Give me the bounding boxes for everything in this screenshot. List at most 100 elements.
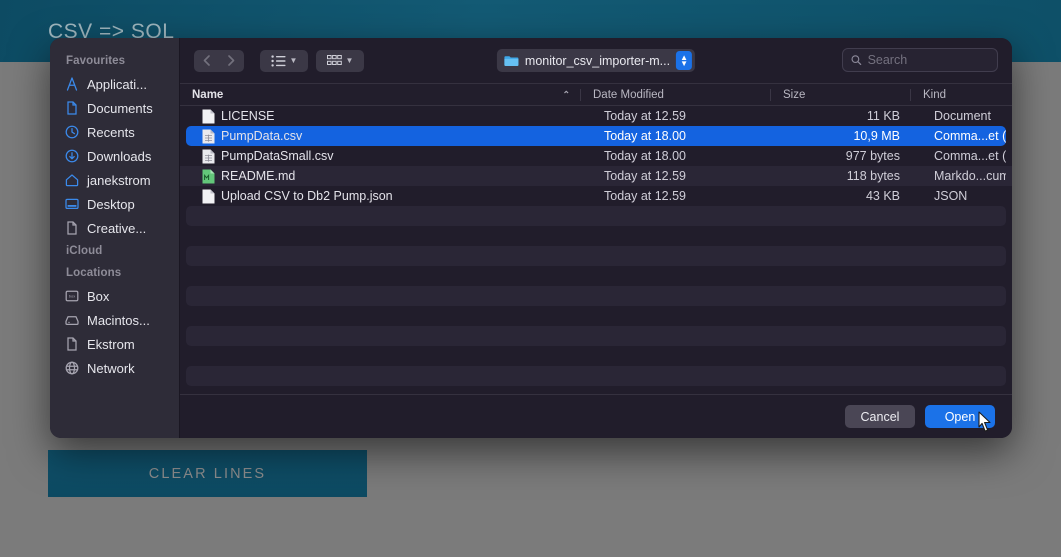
table-row[interactable]: Upload CSV to Db2 Pump.json Today at 12.5… [180,186,1012,206]
sidebar-group-title: Favourites [66,55,126,67]
file-kind: Markdo...cument [934,169,1006,183]
column-header-date[interactable]: Date Modified [580,88,770,101]
column-header-kind[interactable]: Kind [910,88,1012,101]
file-date: Today at 18.00 [604,129,687,143]
table-row[interactable]: README.md Today at 12.59 118 bytes Markdo..… [180,166,1012,186]
dialog-main: ▼ ▼ monitor_csv_importer-m... ▲ ▼ Search… [180,38,1012,438]
sort-ascending-icon: ⌃ [562,89,570,99]
sidebar-item-applicati[interactable]: Applicati... [50,72,179,96]
sidebar-group-title: iCloud [66,245,103,257]
chevron-right-icon [228,55,235,66]
view-mode-button[interactable]: ▼ [260,49,308,72]
downloads-icon [65,149,79,163]
sidebar-item-recents[interactable]: Recents [50,120,179,144]
path-stepper-icon[interactable]: ▲ ▼ [676,51,693,70]
row-inner: LICENSE Today at 12.59 11 KB Document [186,106,1006,126]
sidebar-item-creative[interactable]: Creative... [50,216,179,240]
file-name: PumpData.csv [221,129,303,143]
sidebar-item-label: Creative... [87,220,147,236]
chevron-down-icon: ▼ [289,55,298,65]
sidebar-item-ekstrom[interactable]: Ekstrom [50,332,179,356]
empty-row [180,246,1012,266]
file-date: Today at 12.59 [604,109,687,123]
forward-button[interactable] [219,49,244,72]
row-inner: PumpDataSmall.csv Today at 18.00 977 bytes… [186,146,1006,166]
file-size: 10,9 MB [853,129,900,143]
file-kind: Comma...et (.csv) [934,149,1006,163]
file-name-cell: PumpDataSmall.csv [186,149,586,164]
toolbar: ▼ ▼ monitor_csv_importer-m... ▲ ▼ [180,38,1012,83]
sidebar[interactable]: Favourites Applicati... Documents Recents Do… [50,38,180,438]
applications-icon-wrap [64,76,80,92]
file-name-cell: LICENSE [186,109,586,124]
desktop-icon [65,198,79,210]
cancel-button[interactable]: Cancel [845,405,915,428]
box-icon-wrap: box [64,288,80,304]
path-popup-button[interactable]: monitor_csv_importer-m... ▲ ▼ [496,49,696,72]
svg-text:box: box [69,294,75,299]
file-name: README.md [221,169,296,183]
folder-doc-icon [67,221,77,235]
sidebar-item-janekstrom[interactable]: janekstrom [50,168,179,192]
sidebar-item-box[interactable]: box Box [50,284,179,308]
search-field[interactable] [842,48,998,72]
empty-row [180,326,1012,346]
documents-icon-wrap [64,100,80,116]
file-name-cell: README.md [186,169,586,184]
column-header-name[interactable]: Name ⌃ [180,89,580,101]
column-headers: Name ⌃ Date Modified Size Kind [180,83,1012,106]
file-kind: Comma...et (.csv) [934,129,1006,143]
chevron-left-icon [203,55,210,66]
box-icon: box [65,290,79,302]
table-row[interactable]: PumpData.csv Today at 18.00 10,9 MB Comma..… [180,126,1012,146]
sidebar-item-documents[interactable]: Documents [50,96,179,120]
clock-icon [65,125,79,139]
row-inner: Upload CSV to Db2 Pump.json Today at 12.5… [186,186,1006,206]
file-name: Upload CSV to Db2 Pump.json [221,189,393,203]
home-icon [65,174,79,187]
group-mode-button[interactable]: ▼ [316,49,364,72]
sidebar-item-network[interactable]: Network [50,356,179,380]
csv-file-icon [202,149,215,163]
empty-row [180,306,1012,326]
chevron-down-icon: ▼ [345,55,354,65]
file-size: 43 KB [865,189,900,203]
list-view-icon [270,54,286,67]
folder-doc-icon-wrap [64,336,80,352]
clock-icon-wrap [64,124,80,140]
sidebar-item-desktop[interactable]: Desktop [50,192,179,216]
sidebar-item-label: Network [87,360,135,376]
table-row[interactable]: LICENSE Today at 12.59 11 KB Document [180,106,1012,126]
dialog-footer: Cancel Open [180,394,1012,438]
file-date: Today at 12.59 [604,189,687,203]
column-header-size[interactable]: Size [770,88,910,101]
column-header-name-label: Name [192,88,224,101]
file-list[interactable]: LICENSE Today at 12.59 11 KB Document PumpDa… [180,106,1012,394]
sidebar-item-label: janekstrom [87,172,151,188]
table-row[interactable]: PumpDataSmall.csv Today at 18.00 977 bytes… [180,146,1012,166]
markdown-icon [202,169,215,183]
sidebar-item-macintos[interactable]: Macintos... [50,308,179,332]
sidebar-item-label: Downloads [87,148,152,164]
sidebar-item-downloads[interactable]: Downloads [50,144,179,168]
document-file-icon [202,109,215,123]
sidebar-item-label: Ekstrom [87,336,135,352]
sidebar-item-label: Applicati... [87,76,147,92]
row-inner: PumpData.csv Today at 18.00 10,9 MB Comma..… [186,126,1006,146]
file-size: 11 KB [866,109,900,123]
mouse-cursor [978,411,991,432]
clear-lines-button[interactable]: CLEAR LINES [48,450,367,497]
search-input[interactable] [867,53,989,67]
file-kind: JSON [934,189,968,203]
file-size: 977 bytes [845,149,900,163]
globe-icon-wrap [64,360,80,376]
desktop-icon-wrap [64,196,80,212]
file-date: Today at 12.59 [604,169,687,183]
grid-view-icon [326,54,342,65]
file-name: LICENSE [221,109,275,123]
file-date: Today at 18.00 [604,149,687,163]
documents-icon [67,101,77,115]
empty-row [180,206,1012,226]
back-button[interactable] [194,49,219,72]
home-icon-wrap [64,172,80,188]
